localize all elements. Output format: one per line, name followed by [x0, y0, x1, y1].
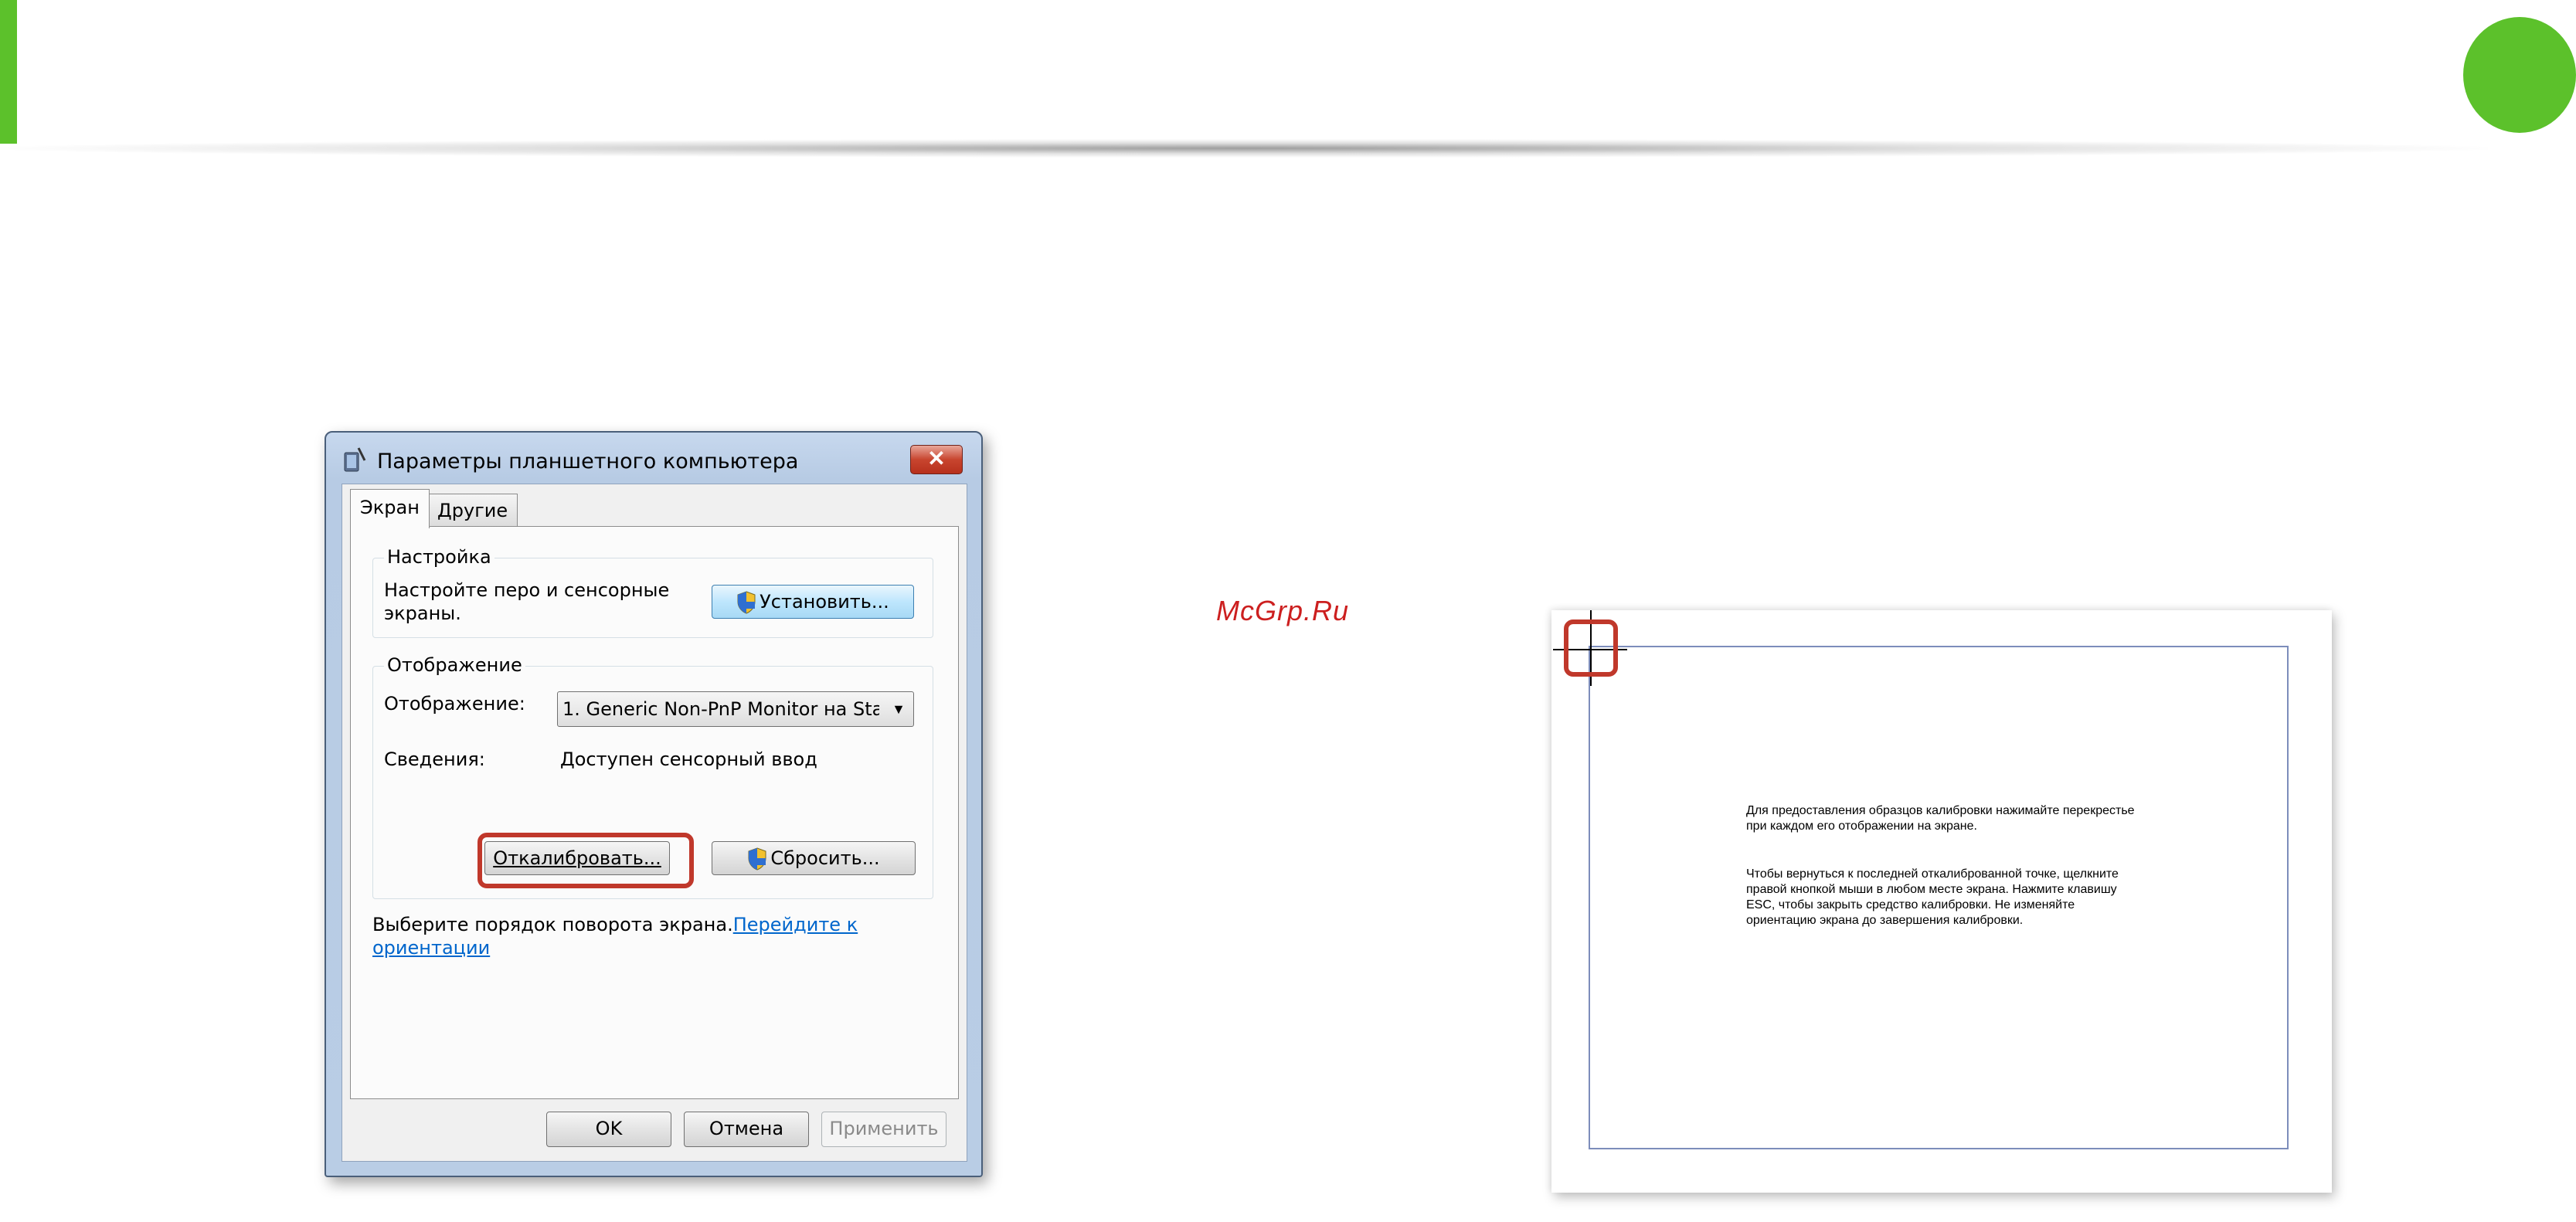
display-label: Отображение: — [384, 693, 525, 715]
rotation-text: Выберите порядок поворота экрана.Перейди… — [372, 913, 913, 959]
setup-description: Настройте перо и сенсорные экраны. — [384, 579, 670, 624]
setup-button-label: Установить... — [760, 591, 889, 613]
accent-circle — [2463, 17, 2576, 133]
setup-group-title: Настройка — [384, 546, 494, 568]
close-button[interactable]: ✕ — [910, 445, 963, 474]
display-group-title: Отображение — [384, 654, 525, 676]
tablet-pc-icon — [344, 447, 366, 472]
setup-group: Настройка Настройте перо и сенсорные экр… — [372, 546, 933, 638]
watermark: McGrp.Ru — [1216, 595, 1350, 626]
tab-panel-screen: Настройка Настройте перо и сенсорные экр… — [350, 526, 959, 1099]
uac-shield-icon — [748, 847, 766, 871]
header-divider — [0, 139, 2488, 158]
apply-button[interactable]: Применить — [821, 1112, 946, 1147]
tablet-settings-dialog: Параметры планшетного компьютера ✕ Экран… — [325, 431, 983, 1177]
info-label: Сведения: — [384, 748, 485, 770]
tab-other[interactable]: Другие — [427, 494, 518, 527]
uac-shield-icon — [737, 591, 756, 614]
cancel-button[interactable]: Отмена — [684, 1112, 809, 1147]
calibration-instructions: Для предоставления образцов калибровки н… — [1746, 804, 2135, 833]
dialog-title: Параметры планшетного компьютера — [377, 450, 799, 474]
accent-bar — [0, 0, 17, 144]
setup-button[interactable]: Установить... — [712, 585, 914, 619]
ok-button[interactable]: OK — [546, 1112, 671, 1147]
dialog-body: Экран Другие Настройка Настройте перо и … — [342, 484, 967, 1162]
crosshair-highlight — [1564, 619, 1618, 677]
reset-button[interactable]: Сбросить... — [712, 841, 916, 875]
chevron-down-icon: ▼ — [892, 701, 906, 717]
rotation-instruction: Выберите порядок поворота экрана. — [372, 914, 733, 935]
reset-button-label: Сбросить... — [770, 847, 880, 869]
info-value: Доступен сенсорный ввод — [560, 748, 817, 770]
calibration-exit-instructions: Чтобы вернуться к последней откалиброван… — [1746, 867, 2119, 927]
display-select[interactable]: 1. Generic Non-PnP Monitor на Sta ▼ — [557, 691, 914, 727]
crosshair-target[interactable] — [1553, 610, 1629, 686]
calibrate-highlight — [477, 833, 694, 888]
tab-screen[interactable]: Экран — [350, 489, 430, 528]
calibration-screen: Для предоставления образцов калибровки н… — [1551, 610, 2332, 1193]
display-select-value: 1. Generic Non-PnP Monitor на Sta — [562, 698, 879, 720]
